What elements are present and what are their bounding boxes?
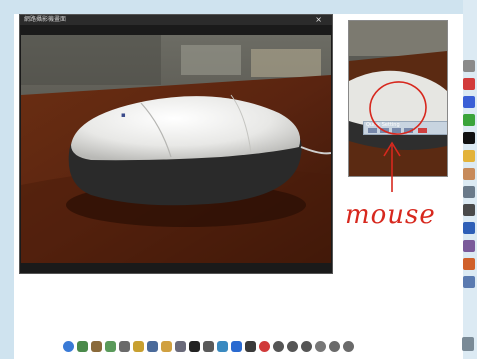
print-icon[interactable] (175, 340, 186, 352)
settings-icon[interactable] (301, 340, 312, 352)
cursor-icon[interactable] (463, 60, 475, 72)
camera-window-titlebar[interactable]: 網路攝影機畫面 × (20, 15, 332, 25)
camera-window-title: 網路攝影機畫面 (24, 16, 67, 23)
prev-page-icon[interactable] (329, 340, 340, 352)
gallery-icon[interactable] (217, 340, 228, 352)
next-page-icon[interactable] (343, 340, 354, 352)
highlighter-icon[interactable] (463, 150, 475, 162)
mini-toolbar[interactable]: Quick Setting (363, 121, 447, 135)
gift-icon[interactable] (161, 340, 172, 352)
forward-icon[interactable] (287, 340, 298, 352)
trash-icon[interactable] (462, 337, 474, 351)
snapshot-image (349, 21, 447, 176)
window-frame-left (0, 0, 14, 359)
line-icon[interactable] (463, 204, 475, 216)
tool-palette (463, 60, 477, 320)
pen-black-icon[interactable] (463, 132, 475, 144)
mini-button-2[interactable] (380, 128, 389, 133)
snapshot-thumbnail[interactable]: Quick Setting (348, 20, 448, 177)
mini-button-4[interactable] (404, 128, 413, 133)
spotlight-icon[interactable] (133, 340, 144, 352)
close-icon[interactable]: × (315, 15, 322, 25)
mini-button-1[interactable] (368, 128, 377, 133)
svg-text:▪: ▪ (121, 111, 126, 119)
fill-icon[interactable] (463, 258, 475, 270)
save-icon[interactable] (245, 340, 256, 352)
brush-icon[interactable] (463, 276, 475, 288)
copy-icon[interactable] (231, 340, 242, 352)
marker-icon[interactable] (463, 222, 475, 234)
power-icon[interactable] (259, 340, 270, 352)
eraser-icon[interactable] (463, 168, 475, 180)
shape-icon[interactable] (463, 186, 475, 198)
camera-feed: ▪ (21, 35, 331, 263)
mini-button-3[interactable] (392, 128, 401, 133)
camera-icon[interactable] (203, 340, 214, 352)
camera-window: 網路攝影機畫面 × ▪ (19, 14, 333, 274)
window-frame-top (0, 0, 477, 14)
start-icon[interactable] (63, 340, 74, 352)
pen-icon[interactable] (91, 340, 102, 352)
record-icon[interactable] (189, 340, 200, 352)
pen-blue-icon[interactable] (463, 96, 475, 108)
bottom-toolbar (63, 339, 354, 353)
tools-icon[interactable] (105, 340, 116, 352)
back-icon[interactable] (273, 340, 284, 352)
page-number-icon[interactable] (315, 340, 326, 352)
screen-icon[interactable] (147, 340, 158, 352)
pen-red-icon[interactable] (463, 78, 475, 90)
annotation-label: mouse (345, 200, 436, 230)
pen-green-icon[interactable] (463, 114, 475, 126)
zoom-icon[interactable] (119, 340, 130, 352)
stamp-icon[interactable] (463, 240, 475, 252)
camera-feed-image: ▪ (21, 35, 331, 263)
mini-button-5[interactable] (418, 128, 427, 133)
capture-icon[interactable] (77, 340, 88, 352)
